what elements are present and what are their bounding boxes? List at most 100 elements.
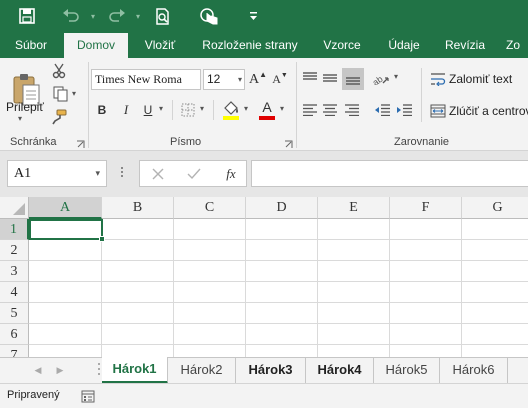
- fill-color-icon[interactable]: [220, 98, 242, 122]
- font-color-button[interactable]: A: [257, 98, 277, 122]
- cancel-icon[interactable]: [148, 165, 168, 183]
- align-top-icon[interactable]: [300, 68, 320, 88]
- name-box-value: A1: [14, 166, 32, 181]
- underline-button[interactable]: U: [139, 100, 157, 120]
- tab-insert[interactable]: Vložiť: [136, 33, 184, 58]
- tab-formulas[interactable]: Vzorce: [316, 33, 368, 58]
- row-header-4[interactable]: 4: [0, 282, 29, 303]
- align-right-icon[interactable]: [342, 100, 362, 120]
- align-center-icon[interactable]: [320, 100, 340, 120]
- select-all-button[interactable]: [0, 197, 29, 219]
- tab-file[interactable]: Súbor: [6, 33, 56, 58]
- format-painter-icon[interactable]: [50, 108, 68, 126]
- wrap-text-icon[interactable]: [428, 70, 448, 88]
- copy-icon[interactable]: [50, 85, 72, 103]
- print-preview-icon[interactable]: [150, 4, 176, 28]
- sheet-tab-1[interactable]: Hárok1: [102, 357, 168, 384]
- insert-function-button[interactable]: fx: [220, 164, 242, 184]
- clipboard-launcher-icon[interactable]: [76, 138, 85, 148]
- name-box[interactable]: A1 ▾: [7, 160, 107, 187]
- row-header-7[interactable]: 7: [0, 345, 29, 357]
- macro-recording-icon[interactable]: [80, 388, 96, 404]
- row-header-2[interactable]: 2: [0, 240, 29, 261]
- font-color-swatch: [259, 116, 275, 120]
- scroll-sheets-left-icon[interactable]: ◀: [30, 362, 46, 378]
- redo-icon[interactable]: [104, 4, 130, 28]
- column-header-e[interactable]: E: [318, 197, 390, 219]
- column-header-f[interactable]: F: [390, 197, 462, 219]
- font-size-select[interactable]: 12 ▾: [203, 69, 245, 90]
- formula-input[interactable]: [251, 160, 528, 187]
- paste-label[interactable]: Prilepiť: [6, 100, 44, 114]
- gridline: [29, 323, 528, 324]
- scroll-sheets-right-icon[interactable]: ▶: [52, 362, 68, 378]
- borders-icon[interactable]: [178, 100, 198, 120]
- tab-home[interactable]: Domov: [64, 33, 128, 58]
- sheet-tab-5[interactable]: Hárok5: [374, 358, 440, 383]
- orientation-icon[interactable]: ab: [370, 68, 392, 88]
- decrease-indent-icon[interactable]: [372, 100, 392, 120]
- row-header-1[interactable]: 1: [0, 219, 29, 240]
- select-all-icon: [13, 203, 25, 215]
- sheet-tab-ellipsis[interactable]: [98, 358, 101, 383]
- merge-center-icon[interactable]: [428, 102, 448, 120]
- ribbon: Prilepiť ▾ ▾ Schránka Times New Roma 12 …: [0, 58, 528, 151]
- tab-review[interactable]: Revízia: [438, 33, 492, 58]
- active-cell[interactable]: [29, 219, 103, 240]
- undo-dropdown-icon[interactable]: ▾: [86, 4, 100, 28]
- copy-dropdown-icon[interactable]: ▾: [72, 89, 76, 98]
- column-header-d[interactable]: D: [246, 197, 318, 219]
- spreadsheet-grid[interactable]: A B C D E F G 1 2 3 4 5 6 7: [0, 197, 528, 357]
- save-icon[interactable]: [14, 4, 40, 28]
- fill-color-dropdown-icon[interactable]: ▾: [244, 104, 248, 113]
- row-header-6[interactable]: 6: [0, 324, 29, 345]
- bold-button[interactable]: B: [93, 100, 111, 120]
- wrap-text-button[interactable]: Zalomiť text: [449, 72, 512, 86]
- name-box-dropdown-icon[interactable]: ▾: [95, 161, 100, 186]
- font-launcher-icon[interactable]: [284, 138, 293, 148]
- font-family-select[interactable]: Times New Roma: [91, 69, 201, 90]
- gridline: [29, 260, 528, 261]
- sheet-tab-6[interactable]: Hárok6: [440, 358, 508, 383]
- separator: [88, 62, 89, 148]
- italic-button[interactable]: I: [117, 100, 135, 120]
- underline-dropdown-icon[interactable]: ▾: [159, 104, 163, 113]
- gridline: [173, 219, 174, 357]
- enter-icon[interactable]: [184, 165, 204, 183]
- column-header-c[interactable]: C: [174, 197, 246, 219]
- tab-page-layout[interactable]: Rozloženie strany: [196, 33, 304, 58]
- touch-mode-icon[interactable]: [196, 4, 222, 28]
- grow-font-button[interactable]: A ▲: [249, 69, 267, 90]
- increase-indent-icon[interactable]: [394, 100, 414, 120]
- column-header-b[interactable]: B: [102, 197, 174, 219]
- row-header-5[interactable]: 5: [0, 303, 29, 324]
- font-family-value: Times New Roma: [95, 72, 182, 86]
- font-color-dropdown-icon[interactable]: ▾: [280, 104, 284, 113]
- gridline: [29, 344, 528, 345]
- align-bottom-icon[interactable]: [342, 68, 364, 90]
- orientation-dropdown-icon[interactable]: ▾: [394, 72, 398, 81]
- align-left-icon[interactable]: [300, 100, 320, 120]
- separator: [213, 100, 214, 120]
- tab-view[interactable]: Zo: [506, 33, 528, 58]
- merge-center-button[interactable]: Zlúčiť a centrov: [449, 104, 528, 118]
- formula-bar-resize-handle[interactable]: [120, 165, 124, 182]
- row-header-3[interactable]: 3: [0, 261, 29, 282]
- column-header-g[interactable]: G: [462, 197, 528, 219]
- shrink-font-button[interactable]: A ▼: [271, 69, 289, 90]
- undo-icon[interactable]: [58, 4, 84, 28]
- cut-icon[interactable]: [50, 62, 68, 80]
- redo-dropdown-icon[interactable]: ▾: [131, 4, 145, 28]
- separator: [172, 100, 173, 120]
- fill-handle[interactable]: [99, 236, 105, 242]
- borders-dropdown-icon[interactable]: ▾: [200, 104, 204, 113]
- customize-toolbar-icon[interactable]: [246, 4, 260, 28]
- paste-dropdown-icon[interactable]: ▾: [18, 114, 22, 123]
- column-header-a[interactable]: A: [29, 197, 102, 219]
- tab-data[interactable]: Údaje: [380, 33, 428, 58]
- align-middle-icon[interactable]: [320, 68, 340, 88]
- sheet-tab-4[interactable]: Hárok4: [306, 358, 374, 383]
- sheet-tab-3[interactable]: Hárok3: [236, 358, 306, 383]
- gridline: [461, 219, 462, 357]
- sheet-tab-2[interactable]: Hárok2: [168, 358, 236, 383]
